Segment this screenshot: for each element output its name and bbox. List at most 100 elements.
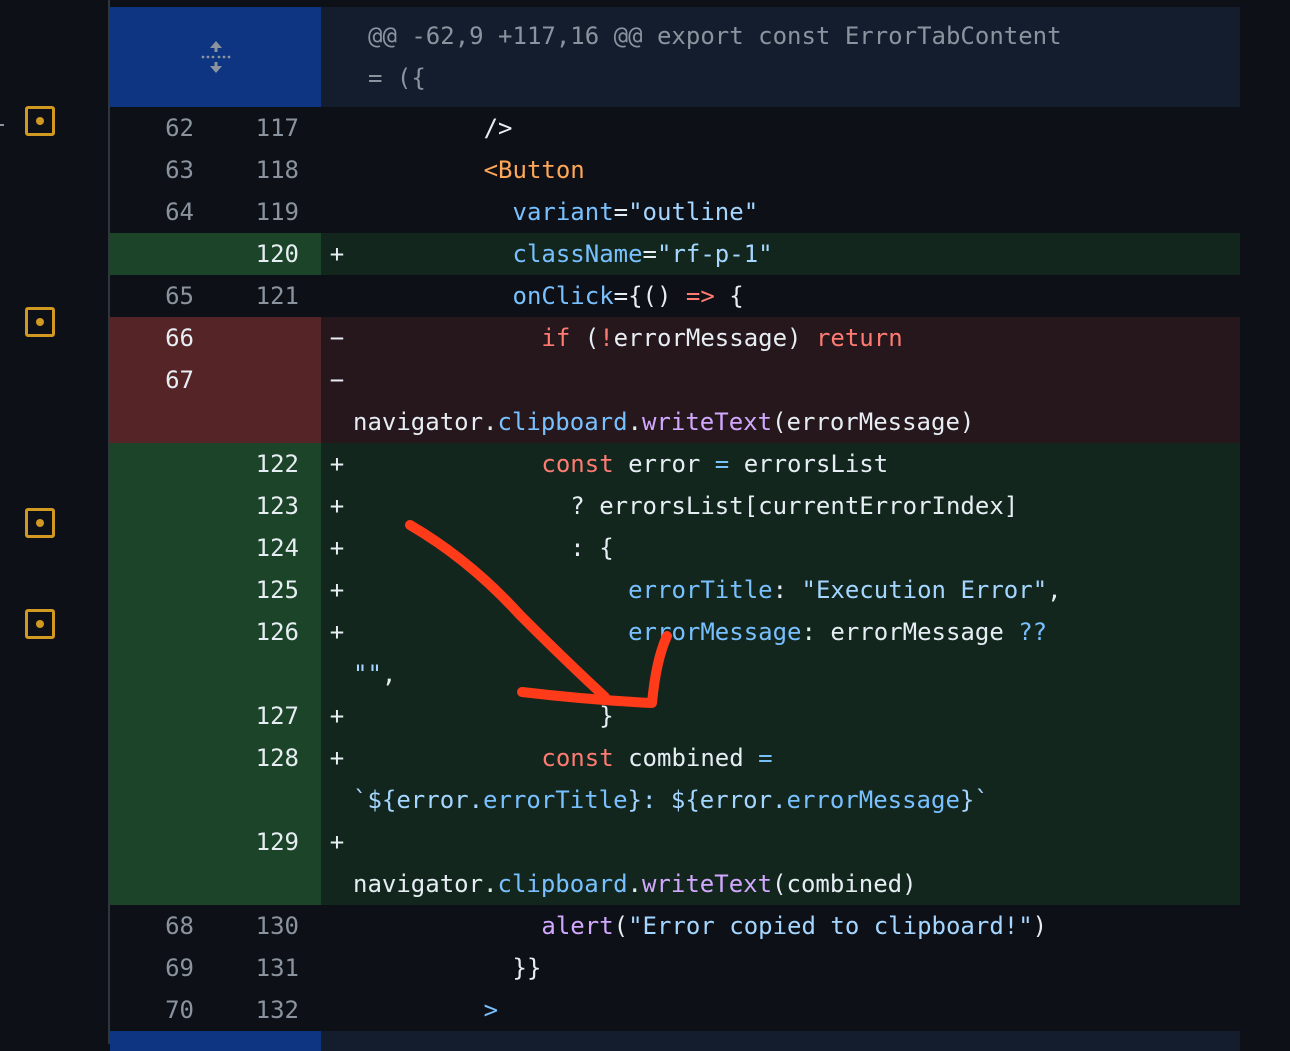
comment-marker-icon[interactable] <box>25 307 55 337</box>
old-line-number[interactable] <box>110 233 194 275</box>
new-line-number[interactable]: 130 <box>194 905 299 947</box>
new-line-number[interactable]: 119 <box>194 191 299 233</box>
new-line-number[interactable]: 124 <box>194 527 299 569</box>
comment-marker-icon[interactable] <box>25 609 55 639</box>
diff-sign <box>321 107 353 149</box>
diff-sign <box>321 989 353 1031</box>
old-line-number[interactable] <box>110 821 194 905</box>
new-line-number[interactable]: 125 <box>194 569 299 611</box>
code-line: : { <box>353 527 1240 569</box>
context-line: 64 119 variant="outline" <box>110 191 1240 233</box>
old-line-number[interactable]: 70 <box>110 989 194 1031</box>
hunk-header-text-cont: = ({ <box>368 64 426 92</box>
code-token: "" <box>353 660 382 688</box>
diff-sign: − <box>329 366 345 394</box>
code-token: clipboard <box>497 870 628 898</box>
added-line: 127 + } <box>110 695 1240 737</box>
new-line-number[interactable]: 128 <box>194 737 299 821</box>
expand-icon <box>201 41 230 73</box>
new-line-number[interactable]: 117 <box>194 107 299 149</box>
diff-sign <box>321 947 353 989</box>
new-line-number[interactable] <box>194 359 299 443</box>
new-line-number[interactable]: 120 <box>194 233 299 275</box>
diff-sign <box>321 149 353 191</box>
code-token: (errorMessage) <box>772 408 975 436</box>
diff-view: @@ -62,9 +117,16 @@ export const ErrorTa… <box>108 0 1242 1051</box>
old-line-number[interactable]: 64 <box>110 191 194 233</box>
context-line: 70 132 > <box>110 989 1240 1031</box>
expand-hunk-button[interactable] <box>110 7 321 107</box>
code-token: ! <box>599 324 614 352</box>
deleted-line: 66 − if (!errorMessage) return <box>110 317 1240 359</box>
code-line: errorMessage: errorMessage ?? "", <box>353 611 1240 695</box>
code-token: const <box>541 450 614 478</box>
added-line: 123 + ? errorsList[currentErrorIndex] <box>110 485 1240 527</box>
diff-sign: + <box>329 240 345 268</box>
new-line-number[interactable]: 122 <box>194 443 299 485</box>
code-token: const <box>541 744 614 772</box>
code-token: => <box>685 282 715 310</box>
diff-sign <box>321 275 353 317</box>
code-token: <Button <box>483 156 585 184</box>
code-token: ? errorsList[currentErrorIndex] <box>368 492 1019 520</box>
old-line-number[interactable] <box>110 569 194 611</box>
code-token: ={() <box>613 282 686 310</box>
new-line-number[interactable]: 131 <box>194 947 299 989</box>
old-line-number[interactable]: 62 <box>110 107 194 149</box>
code-token: = <box>613 198 629 226</box>
old-line-number[interactable]: 68 <box>110 905 194 947</box>
code-token: errorTitle <box>628 576 773 604</box>
new-line-number[interactable] <box>194 317 299 359</box>
old-line-number[interactable]: 69 <box>110 947 194 989</box>
deleted-line: 67 − navigator.clipboard.writeText(errorMe… <box>110 359 1240 443</box>
old-line-number[interactable] <box>110 737 194 821</box>
diff-sign: + <box>329 828 345 856</box>
code-line: variant="outline" <box>353 191 1240 233</box>
old-line-number[interactable] <box>110 527 194 569</box>
added-line: 124 + : { <box>110 527 1240 569</box>
old-line-number[interactable]: 67 <box>110 359 194 443</box>
added-line: 122 + const error = errorsList <box>110 443 1240 485</box>
code-line: > <box>353 989 1240 1031</box>
added-line: 129 + navigator.clipboard.writeText(combin… <box>110 821 1240 905</box>
added-line: 125 + errorTitle: "Execution Error", <box>110 569 1240 611</box>
code-token: errorMessage <box>628 618 802 646</box>
code-token: . <box>627 870 642 898</box>
new-line-number[interactable]: 118 <box>194 149 299 191</box>
new-line-number[interactable]: 132 <box>194 989 299 1031</box>
code-token: alert <box>541 912 614 940</box>
old-line-number[interactable]: 66 <box>110 317 194 359</box>
diff-sign: − <box>329 324 345 352</box>
new-line-number[interactable]: 123 <box>194 485 299 527</box>
old-line-number[interactable] <box>110 485 194 527</box>
comment-marker-icon[interactable] <box>25 106 55 136</box>
code-token: , <box>381 660 397 688</box>
comment-marker-icon[interactable] <box>25 508 55 538</box>
new-line-number[interactable]: 127 <box>194 695 299 737</box>
code-token: combined <box>613 744 759 772</box>
old-line-number[interactable] <box>110 695 194 737</box>
old-line-number[interactable]: 65 <box>110 275 194 317</box>
old-line-number[interactable] <box>110 443 194 485</box>
diff-sign <box>321 905 353 947</box>
code-token: "rf-p-1" <box>657 240 773 268</box>
code-token: ?? <box>1018 618 1048 646</box>
margin-tick <box>0 124 4 126</box>
old-line-number[interactable]: 63 <box>110 149 194 191</box>
new-line-number[interactable]: 126 <box>194 611 299 695</box>
code-line: navigator.clipboard.writeText(combined) <box>353 821 1240 905</box>
new-line-number[interactable]: 121 <box>194 275 299 317</box>
context-line: 65 121 onClick={() => { <box>110 275 1240 317</box>
right-margin <box>1240 0 1290 1044</box>
context-line: 69 131 }} <box>110 947 1240 989</box>
code-token: : { <box>368 534 614 562</box>
new-line-number[interactable]: 129 <box>194 821 299 905</box>
expand-hunk-button[interactable] <box>110 1031 321 1051</box>
old-line-number[interactable] <box>110 611 194 695</box>
code-token: writeText <box>642 408 773 436</box>
